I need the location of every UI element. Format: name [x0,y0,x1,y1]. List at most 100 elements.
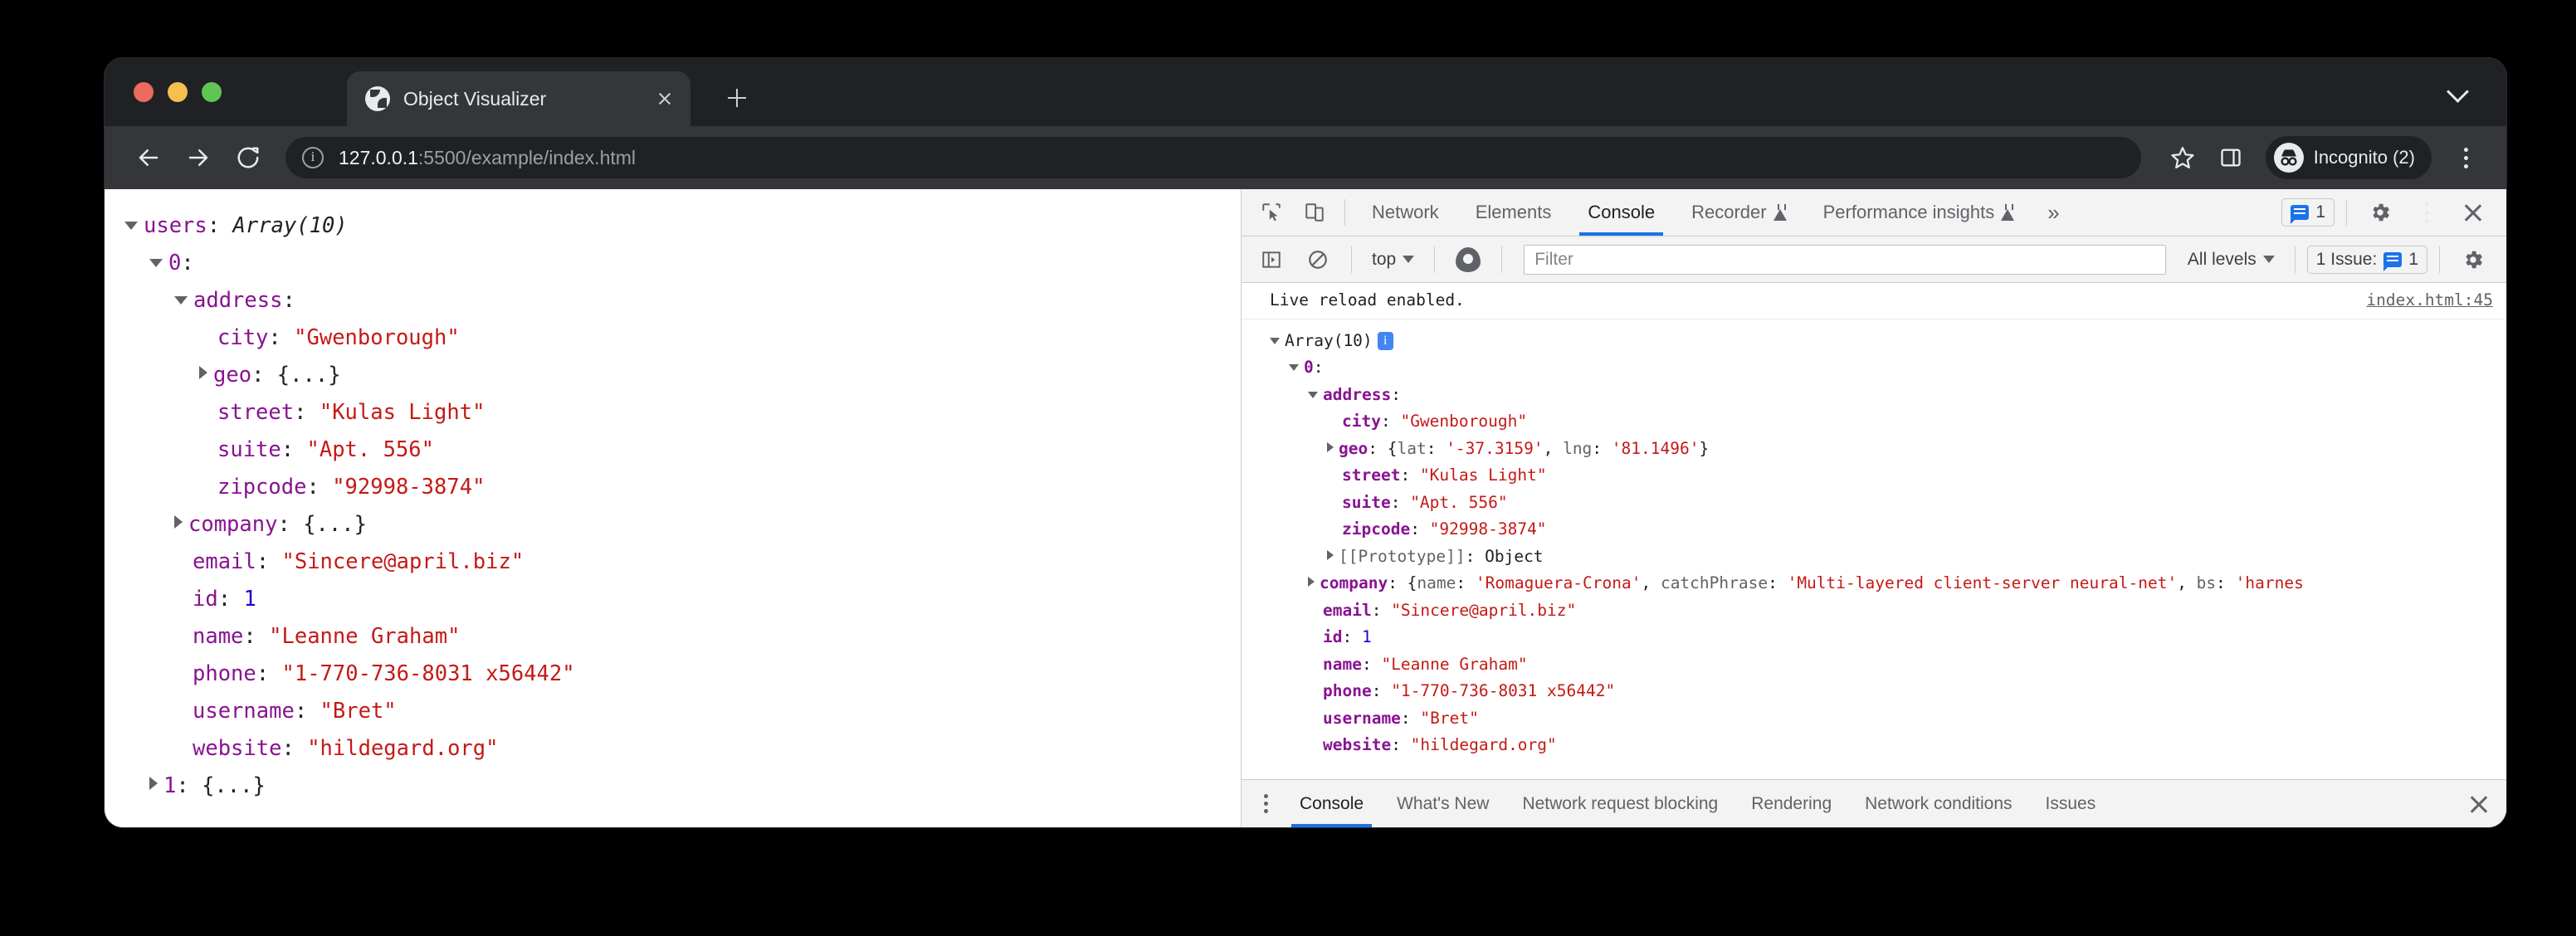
triangle-down-icon[interactable] [1308,392,1318,398]
drawer-menu-button[interactable] [1248,794,1283,813]
console-tree-row[interactable]: geo: {lat: '-37.3159', lng: '81.1496'} [1270,436,2506,463]
browser-tab[interactable]: Object Visualizer [347,71,690,126]
message-count-chip[interactable]: 1 [2281,198,2334,227]
drawer-tab-issues[interactable]: Issues [2029,780,2113,827]
inspect-element-icon[interactable] [1250,191,1293,234]
side-panel-icon[interactable] [2209,136,2252,179]
console-tree-row[interactable]: address: [1270,382,2506,409]
profile-button[interactable]: Incognito (2) [2266,136,2432,179]
info-icon[interactable]: i [1378,332,1393,350]
forward-button[interactable] [176,135,221,180]
issues-chip[interactable]: 1 Issue: 1 [2307,246,2427,274]
console-tree-row[interactable]: [[Prototype]]: Object [1270,544,2506,571]
triangle-right-icon[interactable] [1327,550,1334,560]
triangle-right-icon[interactable] [1308,577,1315,587]
console-tree-row[interactable]: suite: "Apt. 556" [1270,490,2506,517]
console-tree-row[interactable]: email: "Sincere@april.biz" [1270,597,2506,625]
minimize-window-button[interactable] [168,82,188,102]
triangle-right-icon[interactable] [199,366,207,379]
close-drawer-button[interactable] [2466,792,2506,817]
console-tree-row[interactable]: id: 1 [1270,624,2506,651]
console-output[interactable]: Live reload enabled.index.html:45index.j… [1242,283,2506,779]
console-tree-row[interactable]: city: "Gwenborough" [1270,408,2506,436]
tree-row[interactable]: username: "Bret" [124,693,1241,730]
tree-row[interactable]: website: "hildegard.org" [124,730,1241,768]
tree-row[interactable]: street: "Kulas Light" [124,394,1241,431]
drawer-tab-network-conditions[interactable]: Network conditions [1848,780,2028,827]
drawer-tab-console[interactable]: Console [1283,780,1380,827]
console-sidebar-icon[interactable] [1250,238,1293,281]
tree-row[interactable]: geo: {...} [124,357,1241,394]
close-tab-button[interactable] [651,85,679,113]
console-tree-row[interactable]: zipcode: "92998-3874" [1270,516,2506,544]
tree-row[interactable]: suite: "Apt. 556" [124,431,1241,469]
devtools-tab-elements[interactable]: Elements [1457,189,1570,236]
devtools-tab-performance-insights[interactable]: Performance insights [1805,189,2033,236]
devtools-tab-network[interactable]: Network [1354,189,1457,236]
tree-row[interactable]: 1: {...} [124,768,1241,805]
triangle-right-icon[interactable] [1327,442,1334,452]
tree-row[interactable]: address: [124,282,1241,319]
tree-row[interactable]: 0: [124,245,1241,282]
new-tab-button[interactable] [719,80,755,116]
drawer-tab-rendering[interactable]: Rendering [1734,780,1848,827]
console-tree-row[interactable]: name: "Leanne Graham" [1270,651,2506,679]
devtools-panel: NetworkElementsConsoleRecorderPerformanc… [1241,189,2506,827]
triangle-down-icon[interactable] [124,222,138,230]
bookmark-star-icon[interactable] [2161,136,2204,179]
live-expression-icon[interactable] [1447,238,1490,281]
execution-context-select[interactable]: top [1364,250,1422,270]
close-devtools-button[interactable] [2452,191,2495,234]
triangle-down-icon[interactable] [174,296,188,305]
console-source-link[interactable]: index.html:45 [2366,287,2493,314]
site-info-icon[interactable] [302,147,324,168]
tree-row[interactable]: company: {...} [124,506,1241,544]
device-toolbar-icon[interactable] [1293,191,1336,234]
browser-menu-button[interactable] [2447,148,2485,168]
console-token: 0 [1304,358,1314,377]
drawer-tab-label: What's New [1397,794,1489,814]
triangle-down-icon[interactable] [1289,364,1299,371]
tree-row[interactable]: name: "Leanne Graham" [124,618,1241,656]
console-settings-icon[interactable] [2452,238,2495,281]
console-tree-row[interactable]: Array(10)i [1270,328,2506,355]
address-bar[interactable]: 127.0.0.1:5500/example/index.html [285,137,2141,178]
maximize-window-button[interactable] [202,82,222,102]
tree-separator: : [306,475,332,500]
triangle-down-icon[interactable] [1270,338,1280,344]
filter-input[interactable] [1524,245,2166,275]
tree-row[interactable]: users: Array(10) [124,207,1241,245]
tree-row[interactable]: phone: "1-770-736-8031 x56442" [124,656,1241,693]
drawer-tab-what-s-new[interactable]: What's New [1380,780,1505,827]
devtools-tab-console[interactable]: Console [1569,189,1673,236]
devtools-menu-button[interactable] [2405,191,2448,234]
more-tabs-button[interactable]: » [2032,200,2074,226]
console-tree-row[interactable]: username: "Bret" [1270,705,2506,733]
triangle-right-icon[interactable] [174,515,183,529]
tree-row[interactable]: id: 1 [124,581,1241,618]
tree-row[interactable]: email: "Sincere@april.biz" [124,544,1241,581]
console-tree-row[interactable]: company: {name: 'Romaguera-Crona', catch… [1270,570,2506,597]
tree-row[interactable]: zipcode: "92998-3874" [124,469,1241,506]
drawer-tab-network-request-blocking[interactable]: Network request blocking [1505,780,1734,827]
gear-icon[interactable] [2359,191,2402,234]
console-tree-row[interactable]: 0: [1270,354,2506,382]
triangle-right-icon[interactable] [149,777,158,790]
tree-value: {...} [303,512,367,537]
console-token: "Sincere@april.biz" [1391,601,1576,620]
console-tree-row[interactable]: phone: "1-770-736-8031 x56442" [1270,678,2506,705]
console-token: : [1768,573,1787,592]
chevron-down-icon[interactable] [2447,80,2470,103]
clear-console-icon[interactable] [1296,238,1339,281]
console-source-link[interactable]: index.js:4 [2396,319,2493,325]
devtools-tab-recorder[interactable]: Recorder [1673,189,1804,236]
close-window-button[interactable] [134,82,154,102]
tree-row[interactable]: city: "Gwenborough" [124,319,1241,357]
console-tree-row[interactable]: street: "Kulas Light" [1270,462,2506,490]
log-level-select[interactable]: All levels [2179,250,2283,270]
console-token: lat [1397,439,1426,458]
console-tree-row[interactable]: website: "hildegard.org" [1270,732,2506,759]
reload-button[interactable] [226,135,271,180]
back-button[interactable] [126,135,171,180]
triangle-down-icon[interactable] [149,259,163,267]
